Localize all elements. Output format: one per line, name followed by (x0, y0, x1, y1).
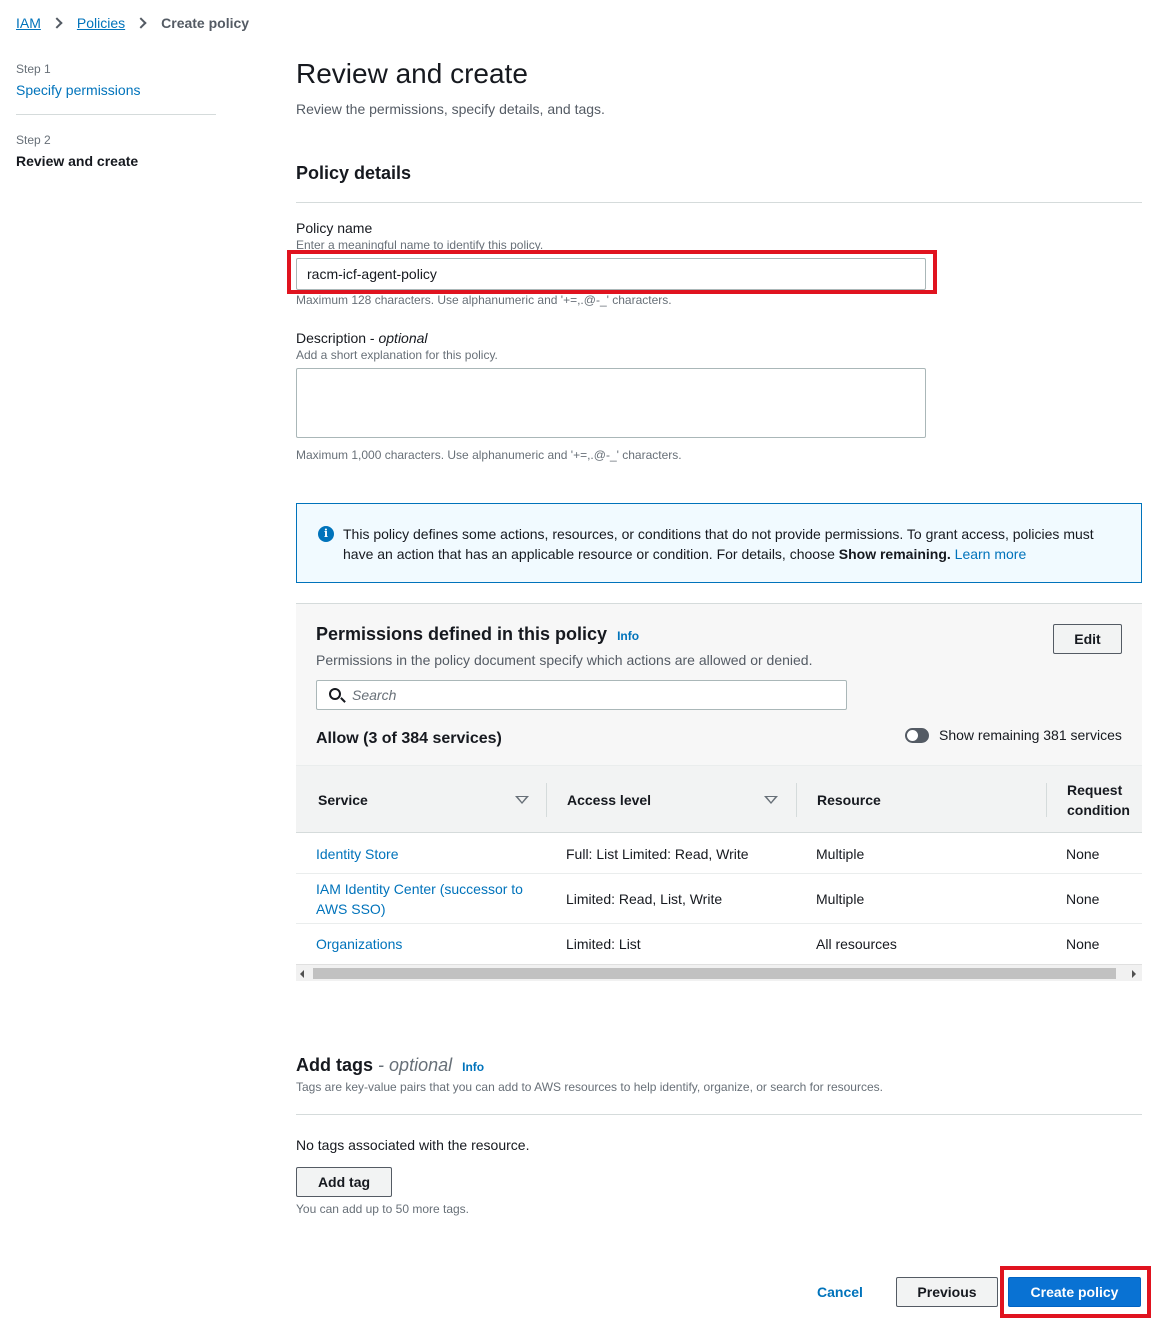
tags-title: Add tags - optional Info (296, 1055, 484, 1076)
breadcrumb-current: Create policy (161, 15, 250, 31)
info-circle-icon: i (318, 526, 334, 542)
column-header-label: Resource (817, 792, 881, 808)
search-input[interactable]: Search (316, 680, 847, 710)
policy-name-label: Policy name (296, 220, 373, 236)
permissions-title: Permissions defined in this policy Info (316, 624, 639, 645)
table-header: Service Access level Resource Request co… (296, 765, 1142, 833)
allow-heading: Allow (3 of 384 services) (316, 730, 502, 747)
search-placeholder: Search (352, 687, 397, 703)
condition-cell: None (1066, 890, 1100, 907)
service-link[interactable]: Identity Store (316, 834, 536, 873)
show-remaining-label: Show remaining 381 services (939, 727, 1122, 743)
permissions-info-link[interactable]: Info (617, 629, 639, 643)
alert-bold-text: Show remaining. (838, 546, 951, 562)
description-textarea[interactable] (296, 368, 926, 438)
permissions-title-text: Permissions defined in this policy (316, 624, 608, 644)
access-level-cell: Full: List Limited: Read, Write (566, 845, 749, 862)
column-header-resource: Resource (797, 766, 1047, 834)
chevron-right-icon (135, 17, 147, 29)
resource-cell: Multiple (816, 890, 865, 907)
search-icon (329, 688, 341, 700)
cancel-button[interactable]: Cancel (817, 1284, 863, 1300)
scroll-left-arrow-icon[interactable] (300, 970, 304, 978)
policy-details-title: Policy details (296, 163, 412, 183)
tags-description: Tags are key-value pairs that you can ad… (296, 1080, 883, 1094)
service-link[interactable]: Organizations (316, 924, 536, 964)
tags-optional-text: optional (389, 1055, 453, 1075)
access-level-cell: Limited: List (566, 936, 641, 952)
permissions-panel: Permissions defined in this policy Info P… (296, 603, 1142, 765)
page-subtitle: Review the permissions, specify details,… (296, 101, 605, 117)
step-2-number: Step 2 (16, 133, 51, 147)
description-label-text: Description (296, 330, 367, 346)
permissions-description: Permissions in the policy document speci… (316, 652, 813, 668)
description-constraint: Maximum 1,000 characters. Use alphanumer… (296, 448, 682, 462)
resource-cell: Multiple (816, 845, 865, 862)
breadcrumb-policies-link[interactable]: Policies (77, 15, 125, 31)
breadcrumb: IAM Policies Create policy (16, 15, 249, 31)
policy-name-constraint: Maximum 128 characters. Use alphanumeric… (296, 293, 672, 307)
previous-button[interactable]: Previous (896, 1277, 998, 1307)
step-1: Step 1 Specify permissions (16, 62, 216, 98)
column-header-label: Service (318, 792, 368, 808)
add-tag-button[interactable]: Add tag (296, 1167, 392, 1197)
condition-cell: None (1066, 845, 1100, 862)
tags-title-text: Add tags (296, 1055, 374, 1075)
section-divider (296, 202, 1142, 203)
page-title: Review and create (296, 58, 528, 89)
tags-info-link[interactable]: Info (462, 1060, 484, 1074)
section-divider (296, 1114, 1142, 1115)
column-header-request-condition: Request condition (1047, 766, 1142, 834)
scroll-right-arrow-icon[interactable] (1132, 970, 1136, 978)
edit-button[interactable]: Edit (1053, 624, 1122, 654)
column-header-access-level[interactable]: Access level (547, 766, 797, 834)
info-alert: i This policy defines some actions, reso… (296, 503, 1142, 583)
description-label: Description - optional (296, 330, 428, 346)
table-row: IAM Identity Center (successor to AWS SS… (296, 874, 1142, 924)
condition-cell: None (1066, 936, 1100, 952)
highlight-box-create-policy (1000, 1266, 1151, 1318)
table-row: Organizations Limited: List All resource… (296, 924, 1142, 964)
service-link[interactable]: IAM Identity Center (successor to AWS SS… (316, 874, 526, 923)
sort-caret-icon[interactable] (515, 796, 529, 804)
column-header-label: Request condition (1067, 782, 1130, 818)
step-2-current: Review and create (16, 153, 139, 169)
highlight-box-policy-name (287, 250, 937, 294)
tags-limit-text: You can add up to 50 more tags. (296, 1202, 470, 1216)
tags-optional-separator: - (378, 1055, 385, 1075)
resource-cell: All resources (816, 936, 897, 952)
step-1-link[interactable]: Specify permissions (16, 82, 216, 98)
step-divider (16, 114, 216, 115)
wizard-steps: Step 1 Specify permissions Step 2 Review… (16, 62, 216, 169)
step-2: Step 2 Review and create (16, 133, 216, 169)
optional-text: optional (378, 330, 428, 346)
horizontal-scrollbar[interactable] (296, 964, 1142, 981)
access-level-cell: Limited: Read, List, Write (566, 890, 723, 907)
show-remaining-toggle[interactable] (905, 728, 929, 743)
scrollbar-thumb[interactable] (313, 968, 1116, 979)
table-row: Identity Store Full: List Limited: Read,… (296, 834, 1142, 874)
description-hint: Add a short explanation for this policy. (296, 348, 498, 362)
breadcrumb-iam-link[interactable]: IAM (16, 15, 41, 31)
sort-caret-icon[interactable] (764, 796, 778, 804)
no-tags-text: No tags associated with the resource. (296, 1137, 530, 1153)
column-header-service[interactable]: Service (296, 766, 547, 834)
column-header-label: Access level (567, 792, 652, 808)
learn-more-link[interactable]: Learn more (955, 546, 1027, 562)
step-1-number: Step 1 (16, 62, 51, 76)
chevron-right-icon (51, 17, 63, 29)
